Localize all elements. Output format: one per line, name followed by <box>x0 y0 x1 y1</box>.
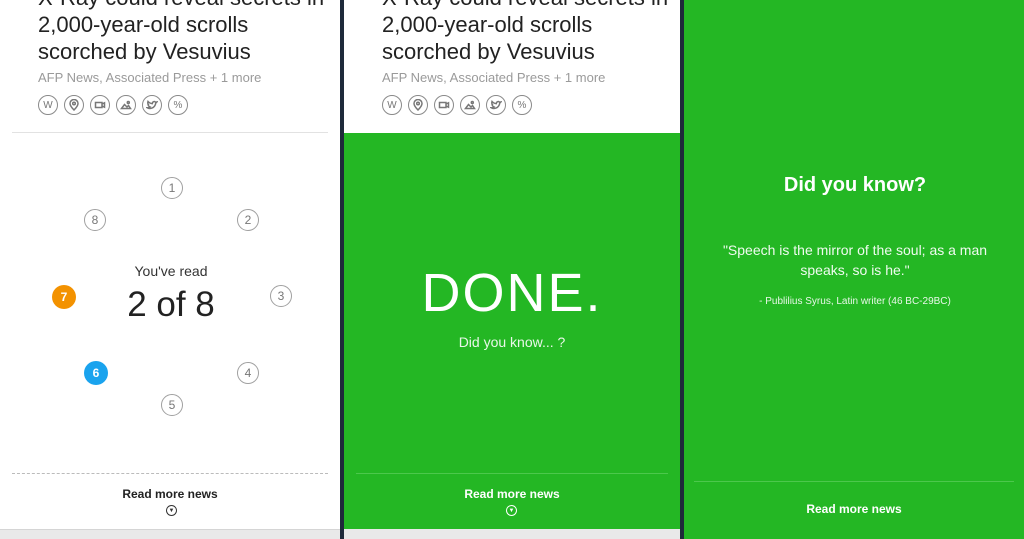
article-sources[interactable]: AFP News, Associated Press + 1 more <box>382 70 605 85</box>
wikipedia-icon[interactable]: W <box>38 95 58 115</box>
percent-icon[interactable]: % <box>512 95 532 115</box>
progress-count: 2 of 8 <box>127 285 215 324</box>
article-headline[interactable]: X-Ray could reveal secrets in 2,000-year… <box>382 0 680 65</box>
chevron-down-icon[interactable]: ▼ <box>166 505 177 516</box>
fact-panel: Did you know? "Speech is the mirror of t… <box>682 0 1024 539</box>
image-icon[interactable] <box>116 95 136 115</box>
location-pin-icon[interactable] <box>408 95 428 115</box>
done-heading: DONE. <box>421 263 603 323</box>
read-more-button[interactable]: Read more news <box>344 487 680 501</box>
article-header[interactable]: X-Ray could reveal secrets in 2,000-year… <box>344 0 680 133</box>
bottom-edge <box>344 529 680 539</box>
dial-article-4[interactable]: 4 <box>237 362 259 384</box>
dial-article-5[interactable]: 5 <box>161 394 183 416</box>
progress-panel: X-Ray could reveal secrets in 2,000-year… <box>0 0 342 539</box>
article-icon-row: W % <box>38 95 188 115</box>
done-green-area <box>344 133 680 529</box>
dial-article-6-read[interactable]: 6 <box>84 361 108 385</box>
fact-attribution: - Publilius Syrus, Latin writer (46 BC-2… <box>759 296 951 307</box>
footer-divider <box>12 473 328 474</box>
did-you-know-link[interactable]: Did you know... ? <box>344 334 680 350</box>
image-icon[interactable] <box>460 95 480 115</box>
video-icon[interactable] <box>90 95 110 115</box>
did-you-know-title: Did you know? <box>783 174 927 196</box>
article-icon-row: W % <box>382 95 532 115</box>
divider <box>12 132 328 133</box>
article-sources[interactable]: AFP News, Associated Press + 1 more <box>38 70 261 85</box>
article-header[interactable]: X-Ray could reveal secrets in 2,000-year… <box>0 0 340 133</box>
footer-divider <box>694 481 1014 482</box>
read-more-button[interactable]: Read more news <box>684 502 1024 516</box>
dial-article-2[interactable]: 2 <box>237 209 259 231</box>
bottom-edge <box>0 529 340 539</box>
dial-article-1[interactable]: 1 <box>161 177 183 199</box>
dial-article-8[interactable]: 8 <box>84 209 106 231</box>
read-more-button[interactable]: Read more news <box>0 487 340 501</box>
fact-quote: "Speech is the mirror of the soul; as a … <box>722 242 988 278</box>
video-icon[interactable] <box>434 95 454 115</box>
footer-divider <box>356 473 668 474</box>
chevron-down-icon[interactable]: ▼ <box>506 505 517 516</box>
wikipedia-icon[interactable]: W <box>382 95 402 115</box>
location-pin-icon[interactable] <box>64 95 84 115</box>
twitter-icon[interactable] <box>142 95 162 115</box>
youve-read-label: You've read <box>134 263 208 279</box>
percent-icon[interactable]: % <box>168 95 188 115</box>
done-panel: X-Ray could reveal secrets in 2,000-year… <box>344 0 680 539</box>
twitter-icon[interactable] <box>486 95 506 115</box>
article-headline[interactable]: X-Ray could reveal secrets in 2,000-year… <box>38 0 338 65</box>
